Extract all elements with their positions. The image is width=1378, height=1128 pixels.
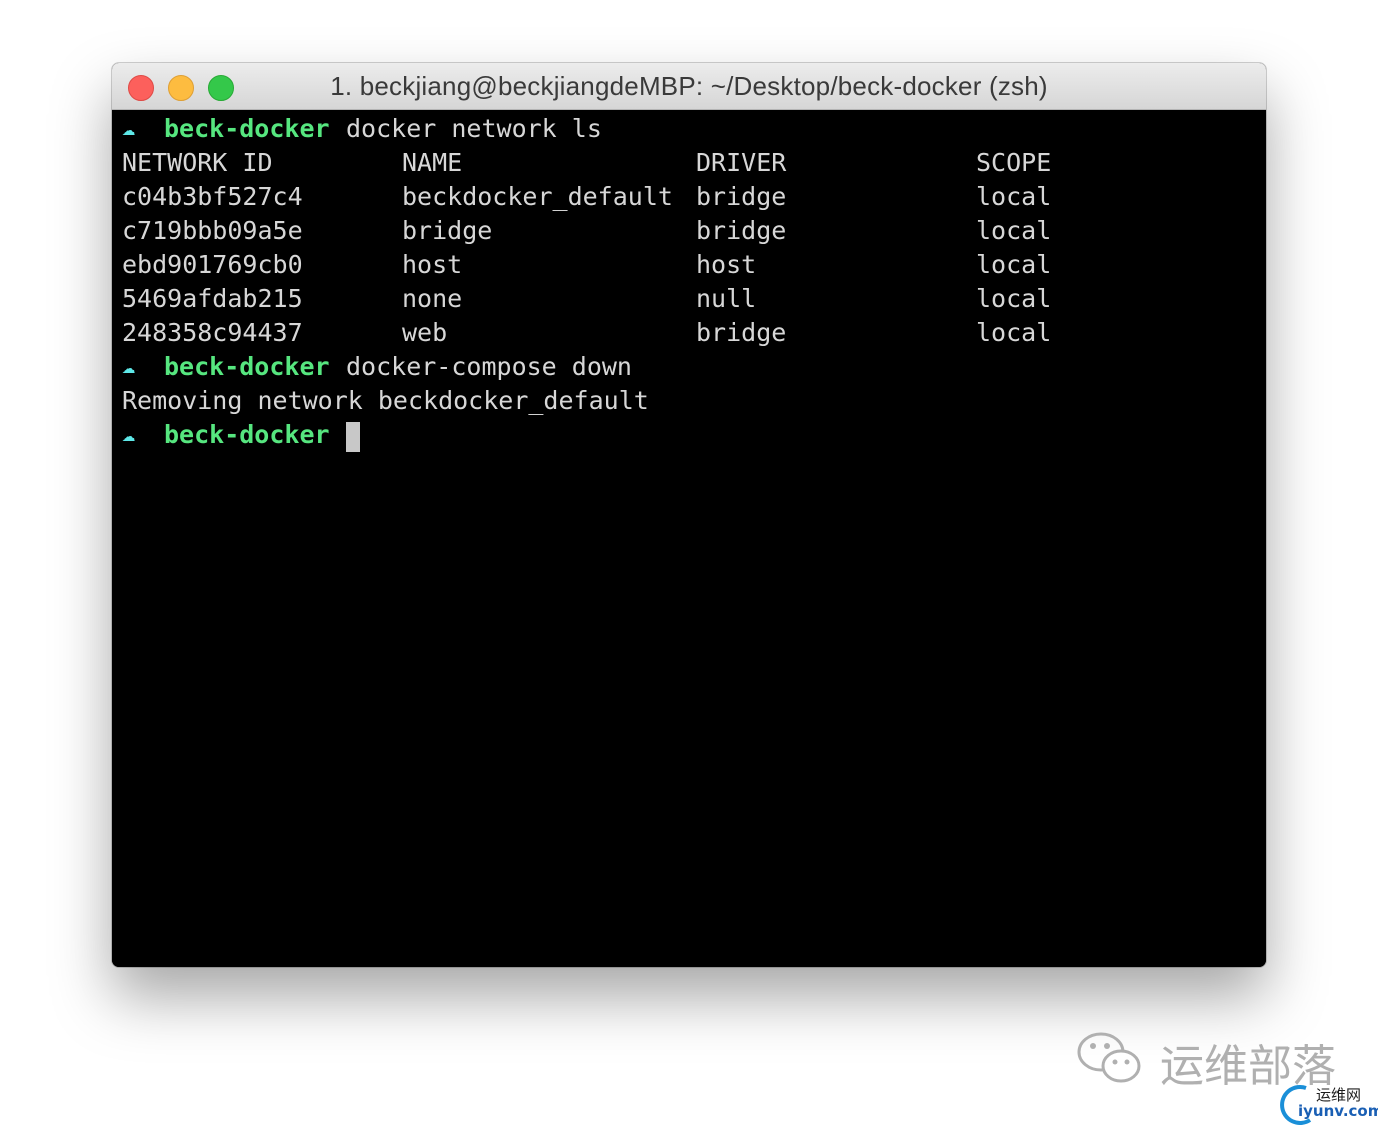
cloud-icon: ☁ [122,354,136,379]
prompt-line: ☁ beck-docker docker network ls [122,112,1256,146]
network-scope: local [976,284,1052,313]
command-text: docker network ls [346,114,602,143]
network-name: bridge [402,216,493,245]
prompt-directory: beck-docker [164,352,330,381]
window-title: 1. beckjiang@beckjiangdeMBP: ~/Desktop/b… [330,71,1048,101]
wechat-icon [1077,1032,1141,1083]
cloud-icon: ☁ [122,116,136,141]
network-scope: local [976,182,1052,211]
site-logo: 运维网 iyunv.com [1276,1082,1378,1126]
network-id: 5469afdab215 [122,284,303,313]
column-header: DRIVER [696,148,787,177]
network-name: web [402,318,448,347]
network-scope: local [976,250,1052,279]
title-bar[interactable]: 1. beckjiang@beckjiangdeMBP: ~/Desktop/b… [112,63,1266,110]
output-line: Removing network beckdocker_default [122,384,1256,418]
network-scope: local [976,318,1052,347]
column-header: SCOPE [976,148,1052,177]
table-header: NETWORK ID NAME DRIVER SCOPE [122,146,1256,180]
table-row: c04b3bf527c4 beckdocker_default bridge l… [122,180,1256,214]
network-id: ebd901769cb0 [122,250,303,279]
prompt-directory: beck-docker [164,420,330,449]
network-id: c04b3bf527c4 [122,182,303,211]
prompt-line: ☁ beck-docker [122,418,1256,452]
terminal-content[interactable]: ☁ beck-docker docker network ls NETWORK … [112,110,1266,967]
output-text: Removing network beckdocker_default [122,386,649,415]
network-id: c719bbb09a5e [122,216,303,245]
network-scope: local [976,216,1052,245]
logo-text-domain: iyunv.com [1298,1102,1378,1120]
column-header: NETWORK ID [122,148,273,177]
network-driver: bridge [696,216,787,245]
network-driver: host [696,250,757,279]
table-row: 5469afdab215 none null local [122,282,1256,316]
network-driver: null [696,284,757,313]
terminal-window: 1. beckjiang@beckjiangdeMBP: ~/Desktop/b… [112,63,1266,967]
network-name: host [402,250,463,279]
terminal-cursor[interactable] [346,422,360,452]
column-header: NAME [402,148,463,177]
command-text: docker-compose down [346,352,632,381]
network-id: 248358c94437 [122,318,303,347]
table-row: 248358c94437 web bridge local [122,316,1256,350]
network-driver: bridge [696,318,787,347]
prompt-directory: beck-docker [164,114,330,143]
network-name: beckdocker_default [402,182,673,211]
network-driver: bridge [696,182,787,211]
network-name: none [402,284,463,313]
table-row: ebd901769cb0 host host local [122,248,1256,282]
table-row: c719bbb09a5e bridge bridge local [122,214,1256,248]
prompt-line: ☁ beck-docker docker-compose down [122,350,1256,384]
cloud-icon: ☁ [122,422,136,447]
